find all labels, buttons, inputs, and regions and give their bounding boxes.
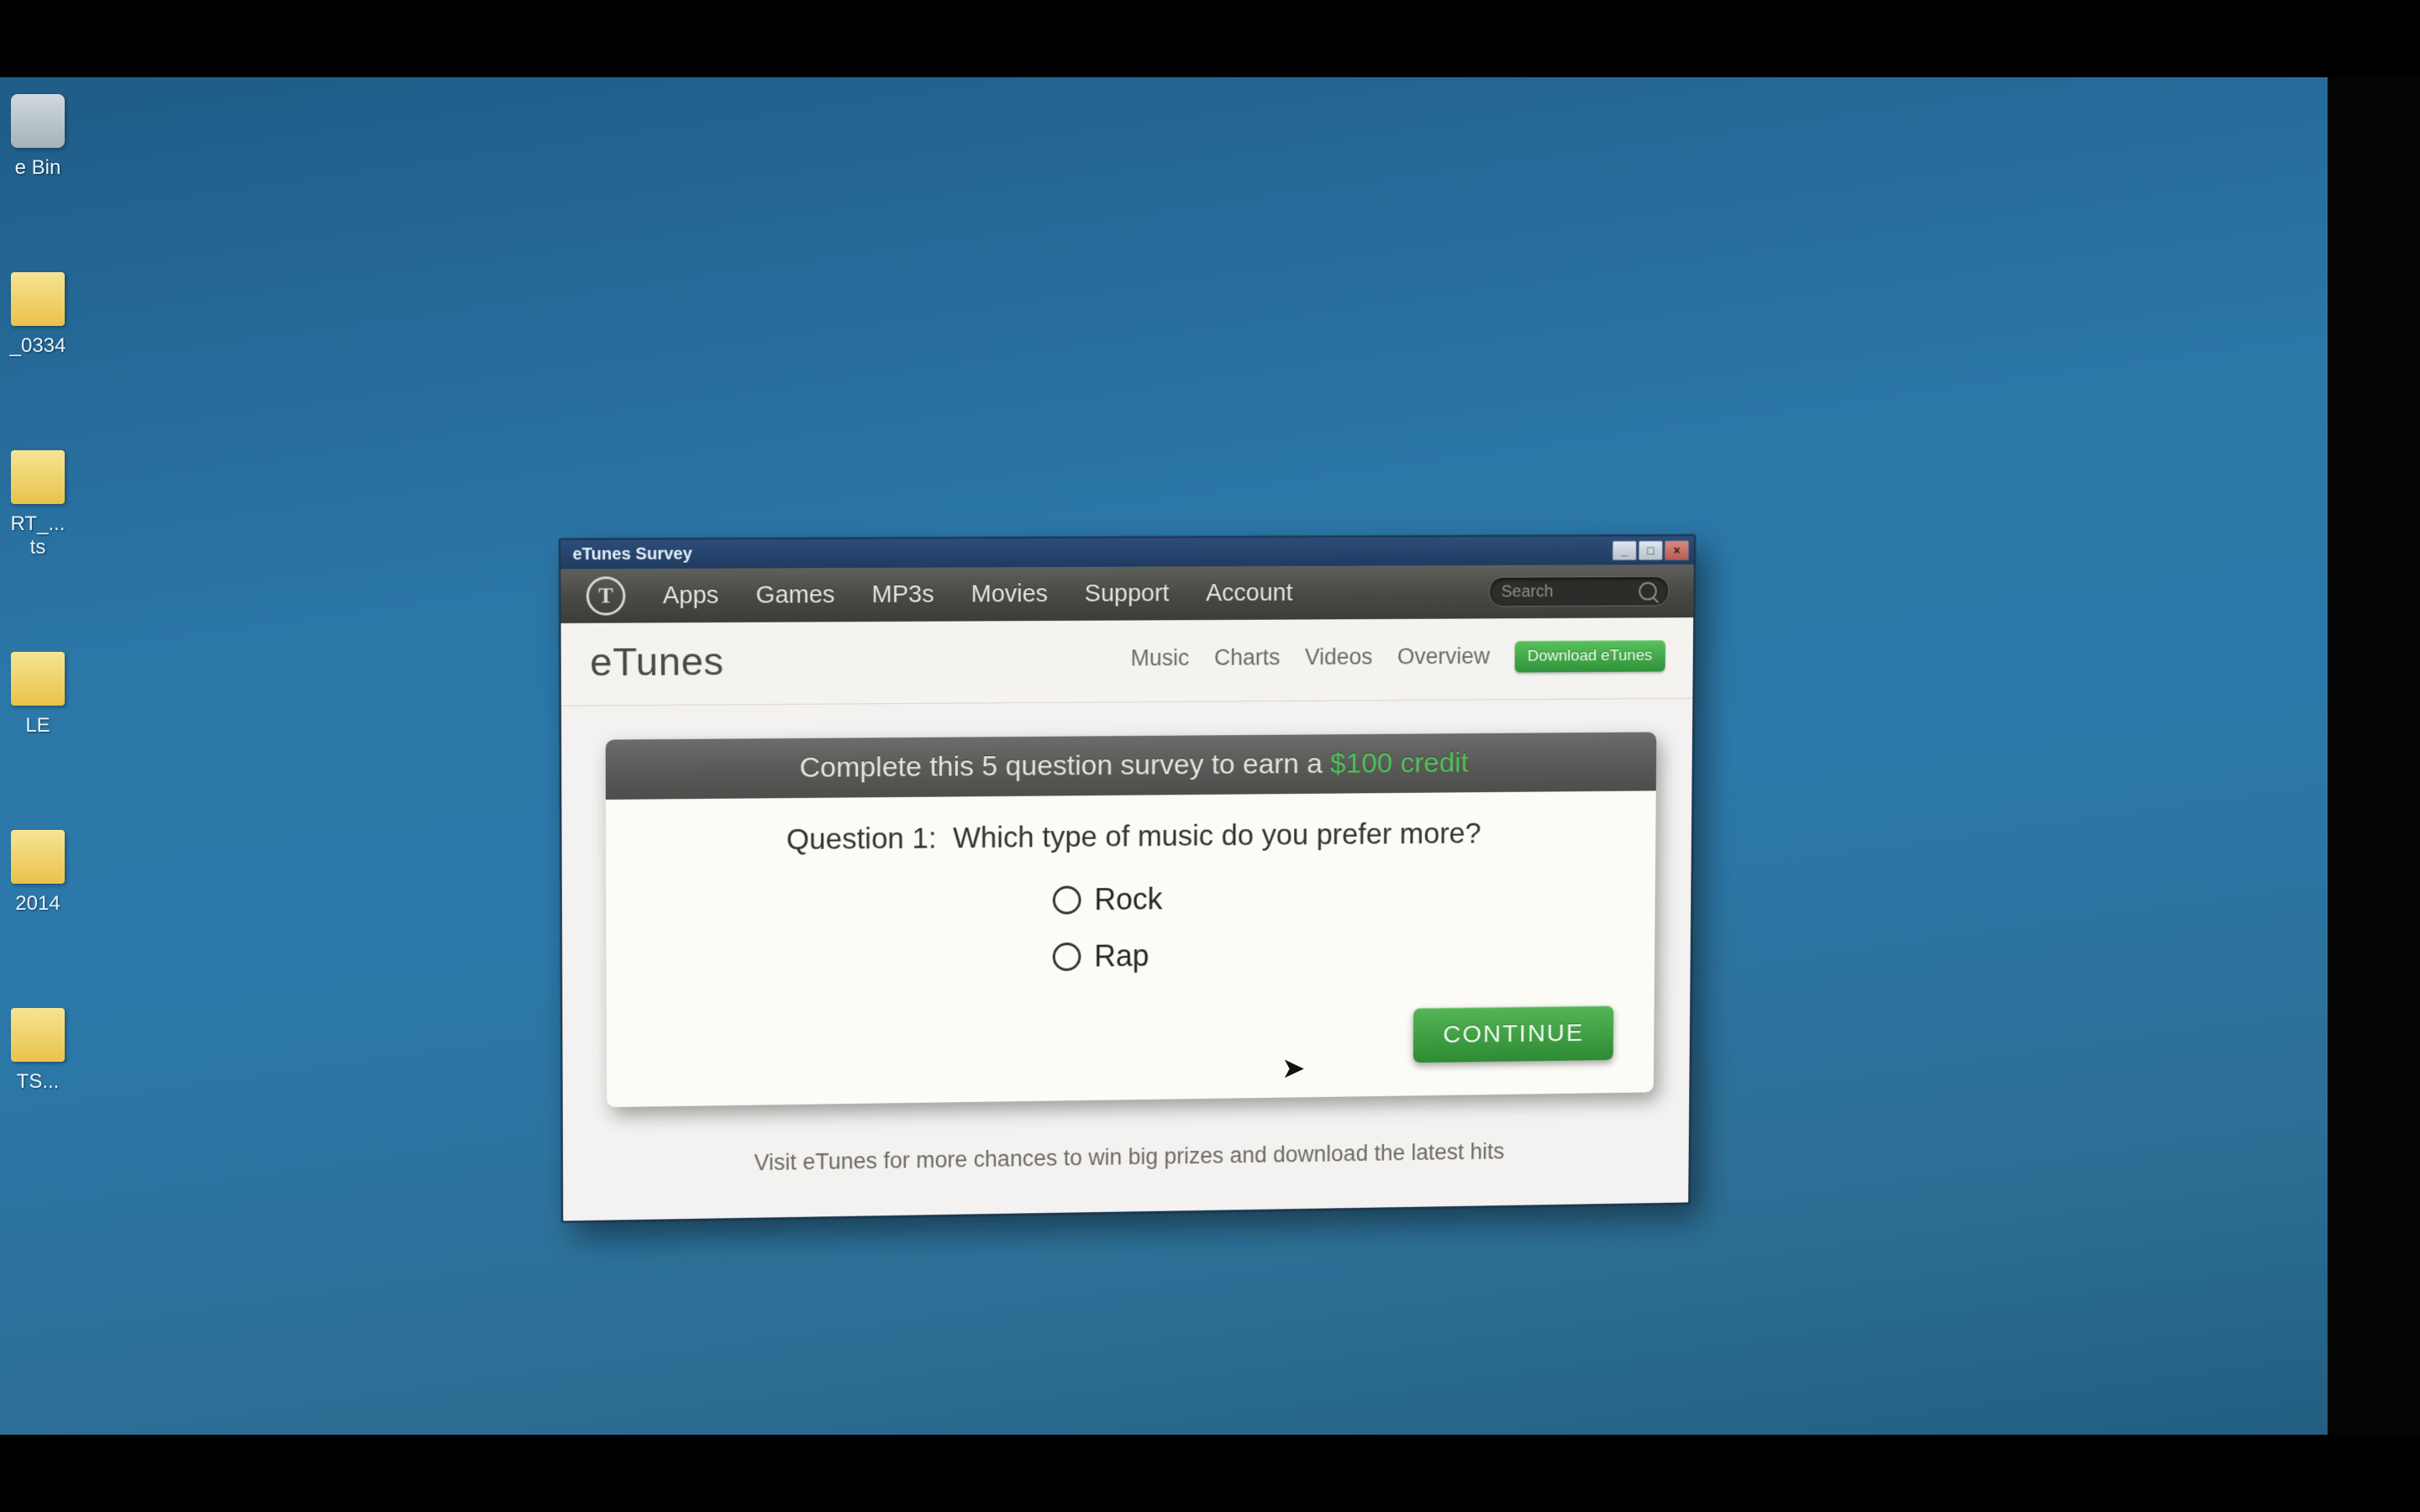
folder-icon bbox=[11, 272, 65, 326]
subnav-overview[interactable]: Overview bbox=[1397, 643, 1490, 669]
nav-support[interactable]: Support bbox=[1085, 580, 1170, 607]
option-rap[interactable]: Rap bbox=[1053, 937, 1219, 974]
desktop-icon-folder[interactable]: LE bbox=[0, 652, 101, 738]
folder-icon bbox=[11, 450, 65, 504]
desktop-icon-label: e Bin bbox=[15, 156, 61, 180]
nav-mp3s[interactable]: MP3s bbox=[872, 580, 934, 608]
nav-account[interactable]: Account bbox=[1206, 579, 1293, 606]
survey-banner: Complete this 5 question survey to earn … bbox=[606, 732, 1657, 799]
recycle-bin-icon bbox=[11, 94, 65, 148]
desktop-icon-folder[interactable]: RT_... ts bbox=[0, 450, 101, 559]
question-text: Which type of music do you prefer more? bbox=[953, 817, 1481, 854]
window-minimize-button[interactable]: _ bbox=[1612, 541, 1637, 561]
nav-games[interactable]: Games bbox=[756, 581, 835, 610]
desktop-icon-label: RT_... ts bbox=[11, 512, 66, 559]
desktop-icons: e Bin _0334 RT_... ts LE 2014 TS... bbox=[0, 94, 101, 1094]
nav-apps[interactable]: Apps bbox=[663, 581, 719, 610]
radio-icon bbox=[1053, 942, 1081, 971]
folder-icon bbox=[11, 1008, 65, 1062]
subnav-charts[interactable]: Charts bbox=[1214, 644, 1281, 670]
option-label: Rap bbox=[1094, 938, 1149, 974]
option-rock[interactable]: Rock bbox=[1053, 881, 1219, 918]
window-title: eTunes Survey bbox=[572, 544, 692, 564]
search-icon bbox=[1639, 582, 1657, 601]
subnav-videos[interactable]: Videos bbox=[1305, 644, 1373, 670]
search-placeholder: Search bbox=[1502, 582, 1554, 601]
nav-movies[interactable]: Movies bbox=[971, 580, 1049, 608]
survey-question: Question 1: Which type of music do you p… bbox=[648, 816, 1615, 858]
folder-icon bbox=[11, 652, 65, 706]
etunes-logo-icon[interactable]: T bbox=[587, 576, 626, 616]
brand-title: eTunes bbox=[590, 638, 724, 685]
app-window: eTunes Survey _ □ × T Apps Games MP3s Mo… bbox=[559, 534, 1696, 1222]
window-close-button[interactable]: × bbox=[1665, 540, 1689, 560]
search-input[interactable]: Search bbox=[1489, 576, 1670, 607]
sub-nav: eTunes Music Charts Videos Overview Down… bbox=[561, 617, 1694, 706]
banner-text: Complete this 5 question survey to earn … bbox=[799, 748, 1330, 784]
question-label: Question 1: bbox=[786, 822, 937, 857]
continue-button[interactable]: CONTINUE bbox=[1413, 1005, 1613, 1063]
monitor-bezel bbox=[2328, 77, 2420, 1435]
top-nav: T Apps Games MP3s Movies Support Account… bbox=[560, 564, 1693, 623]
option-label: Rock bbox=[1094, 882, 1162, 917]
download-button[interactable]: Download eTunes bbox=[1514, 639, 1665, 672]
banner-credit: $100 credit bbox=[1330, 747, 1469, 780]
desktop-icon-label: TS... bbox=[17, 1070, 60, 1094]
survey-card: Complete this 5 question survey to earn … bbox=[606, 732, 1657, 1107]
window-titlebar[interactable]: eTunes Survey _ □ × bbox=[560, 536, 1694, 569]
window-maximize-button[interactable]: □ bbox=[1639, 540, 1663, 560]
subnav-music[interactable]: Music bbox=[1130, 645, 1189, 671]
desktop-icon-label: 2014 bbox=[15, 892, 60, 916]
desktop-icon-label: LE bbox=[25, 714, 50, 738]
desktop-icon-folder[interactable]: 2014 bbox=[0, 830, 101, 916]
desktop-icon-label: _0334 bbox=[10, 334, 66, 358]
footer-note: Visit eTunes for more chances to win big… bbox=[563, 1108, 1689, 1221]
desktop-icon-recycle-bin[interactable]: e Bin bbox=[0, 94, 101, 180]
folder-icon bbox=[11, 830, 65, 884]
desktop: e Bin _0334 RT_... ts LE 2014 TS... eTun… bbox=[0, 77, 2420, 1435]
desktop-icon-folder[interactable]: _0334 bbox=[0, 272, 101, 358]
radio-icon bbox=[1053, 885, 1081, 914]
desktop-icon-folder[interactable]: TS... bbox=[0, 1008, 101, 1094]
